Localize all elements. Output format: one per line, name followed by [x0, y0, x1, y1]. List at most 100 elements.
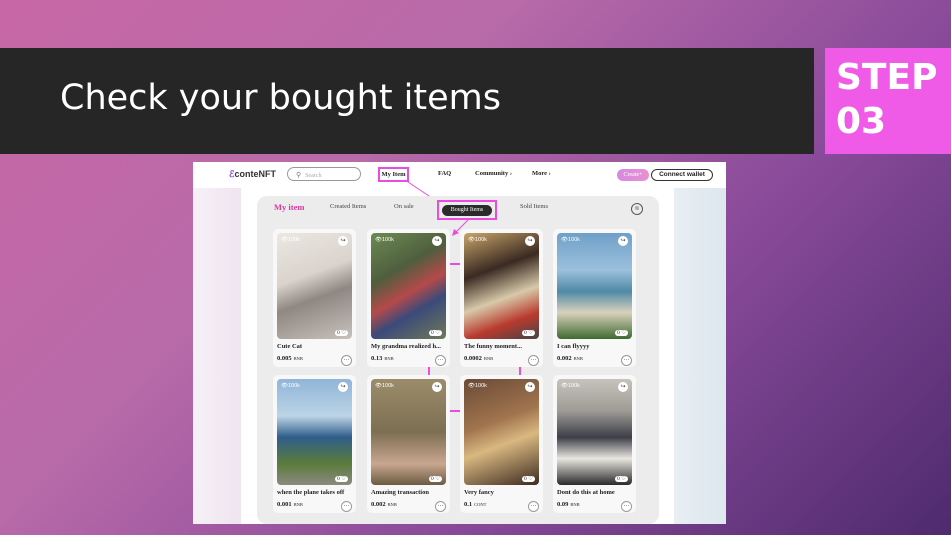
- nft-card[interactable]: 👁100k ↪ 0 ♡ Amazing transaction 0.002 BNB…: [367, 375, 450, 513]
- price-currency: BNB: [293, 356, 303, 361]
- eye-icon: 👁: [375, 383, 382, 389]
- more-options-button[interactable]: …: [435, 355, 446, 366]
- nft-price: 0.0002 BNB: [464, 355, 493, 362]
- views-count: 👁100k: [468, 383, 487, 389]
- eye-icon: 👁: [375, 237, 382, 243]
- nft-card[interactable]: 👁100k ↪ 0 ♡ Dont do this at home 0.09 BNB…: [553, 375, 636, 513]
- likes-count[interactable]: 0 ♡: [334, 476, 348, 482]
- nft-price: 0.002 BNB: [371, 501, 397, 508]
- more-options-button[interactable]: …: [341, 501, 352, 512]
- eye-icon: 👁: [468, 237, 475, 243]
- nft-image[interactable]: 👁100k ↪ 0 ♡: [277, 379, 352, 485]
- views-count: 👁100k: [375, 383, 394, 389]
- nft-image[interactable]: 👁100k ↪ 0 ♡: [371, 233, 446, 339]
- nft-card[interactable]: 👁100k ↪ 0 ♡ My grandma realized h... 0.1…: [367, 229, 450, 367]
- price-value: 0.09: [557, 501, 569, 508]
- price-value: 0.005: [277, 355, 292, 362]
- share-icon[interactable]: ↪: [525, 382, 535, 392]
- nav-faq[interactable]: FAQ: [438, 170, 451, 177]
- likes-value: 0: [336, 330, 340, 336]
- share-icon[interactable]: ↪: [338, 382, 348, 392]
- views-value: 100k: [474, 237, 487, 243]
- share-icon[interactable]: ↪: [525, 236, 535, 246]
- likes-count[interactable]: 0 ♡: [614, 476, 628, 482]
- views-count: 👁100k: [281, 383, 300, 389]
- price-value: 0.002: [371, 501, 386, 508]
- more-options-button[interactable]: …: [621, 355, 632, 366]
- nft-card[interactable]: 👁100k ↪ 0 ♡ Cute Cat 0.005 BNB …: [273, 229, 356, 367]
- step-label: STEP 03: [836, 56, 937, 144]
- likes-value: 0: [523, 476, 527, 482]
- nft-card[interactable]: 👁100k ↪ 0 ♡ I can flyyyy 0.002 BNB …: [553, 229, 636, 367]
- price-value: 0.1: [464, 501, 473, 508]
- more-options-button[interactable]: …: [435, 501, 446, 512]
- nft-image[interactable]: 👁100k ↪ 0 ♡: [371, 379, 446, 485]
- likes-count[interactable]: 0 ♡: [428, 330, 442, 336]
- price-value: 0.001: [277, 501, 292, 508]
- tab-sold-items[interactable]: Sold Items: [520, 203, 548, 210]
- search-icon: ⚲: [296, 171, 302, 179]
- price-value: 0.002: [557, 355, 572, 362]
- heart-icon: ♡: [435, 476, 440, 482]
- nft-image[interactable]: 👁100k ↪ 0 ♡: [464, 379, 539, 485]
- likes-count[interactable]: 0 ♡: [334, 330, 348, 336]
- price-currency: BNB: [293, 502, 303, 507]
- nft-image[interactable]: 👁100k ↪ 0 ♡: [464, 233, 539, 339]
- nft-card[interactable]: 👁100k ↪ 0 ♡ when the plane takes off 0.0…: [273, 375, 356, 513]
- price-value: 0.0002: [464, 355, 482, 362]
- share-icon[interactable]: ↪: [618, 236, 628, 246]
- nft-price: 0.09 BNB: [557, 501, 580, 508]
- nft-name: The funny moment...: [464, 343, 522, 350]
- share-icon[interactable]: ↪: [432, 382, 442, 392]
- tab-on-sale[interactable]: On sale: [394, 203, 414, 210]
- more-options-button[interactable]: …: [341, 355, 352, 366]
- nft-name: Dont do this at home: [557, 489, 615, 496]
- views-value: 100k: [287, 383, 300, 389]
- more-options-button[interactable]: …: [621, 501, 632, 512]
- views-count: 👁100k: [561, 383, 580, 389]
- more-options-button[interactable]: …: [528, 355, 539, 366]
- views-value: 100k: [567, 237, 580, 243]
- nav-more[interactable]: More ›: [532, 170, 551, 177]
- heart-icon: ♡: [341, 330, 346, 336]
- tab-bought-items[interactable]: Bought Items: [437, 200, 497, 220]
- search-input[interactable]: ⚲ Search: [287, 167, 361, 181]
- heart-icon: ♡: [621, 476, 626, 482]
- nft-image[interactable]: 👁100k ↪ 0 ♡: [277, 233, 352, 339]
- likes-count[interactable]: 0 ♡: [614, 330, 628, 336]
- nft-name: when the plane takes off: [277, 489, 345, 496]
- share-icon[interactable]: ↪: [432, 236, 442, 246]
- nft-price: 0.002 BNB: [557, 355, 583, 362]
- views-count: 👁100k: [561, 237, 580, 243]
- slide-title: Check your bought items: [60, 78, 501, 118]
- nft-price: 0.001 BNB: [277, 501, 303, 508]
- likes-count[interactable]: 0 ♡: [521, 476, 535, 482]
- likes-count[interactable]: 0 ♡: [521, 330, 535, 336]
- nft-name: My grandma realized h...: [371, 343, 441, 350]
- share-icon[interactable]: ↪: [618, 382, 628, 392]
- connect-wallet-button[interactable]: Connect wallet: [651, 169, 713, 181]
- nft-image[interactable]: 👁100k ↪ 0 ♡: [557, 233, 632, 339]
- create-button[interactable]: Create+: [617, 169, 649, 181]
- nft-card[interactable]: 👁100k ↪ 0 ♡ Very fancy 0.1 CONT …: [460, 375, 543, 513]
- tab-created-items[interactable]: Created Items: [330, 203, 366, 210]
- nft-card[interactable]: 👁100k ↪ 0 ♡ The funny moment... 0.0002 BN…: [460, 229, 543, 367]
- likes-count[interactable]: 0 ♡: [428, 476, 442, 482]
- heart-icon: ♡: [435, 330, 440, 336]
- filter-icon[interactable]: ≋: [631, 203, 643, 215]
- nft-image[interactable]: 👁100k ↪ 0 ♡: [557, 379, 632, 485]
- top-navbar: ℰconteNFT ⚲ Search My Item FAQ Community …: [193, 162, 726, 188]
- right-gutter: [674, 186, 726, 524]
- logo[interactable]: ℰconteNFT: [229, 169, 276, 180]
- more-options-button[interactable]: …: [528, 501, 539, 512]
- nft-price: 0.1 CONT: [464, 501, 486, 508]
- heart-icon: ♡: [528, 330, 533, 336]
- share-icon[interactable]: ↪: [338, 236, 348, 246]
- views-count: 👁100k: [468, 237, 487, 243]
- nav-community[interactable]: Community ›: [475, 170, 512, 177]
- eye-icon: 👁: [468, 383, 475, 389]
- likes-value: 0: [430, 476, 434, 482]
- page-title: My item: [274, 202, 305, 212]
- nft-name: Very fancy: [464, 489, 494, 496]
- views-value: 100k: [381, 237, 394, 243]
